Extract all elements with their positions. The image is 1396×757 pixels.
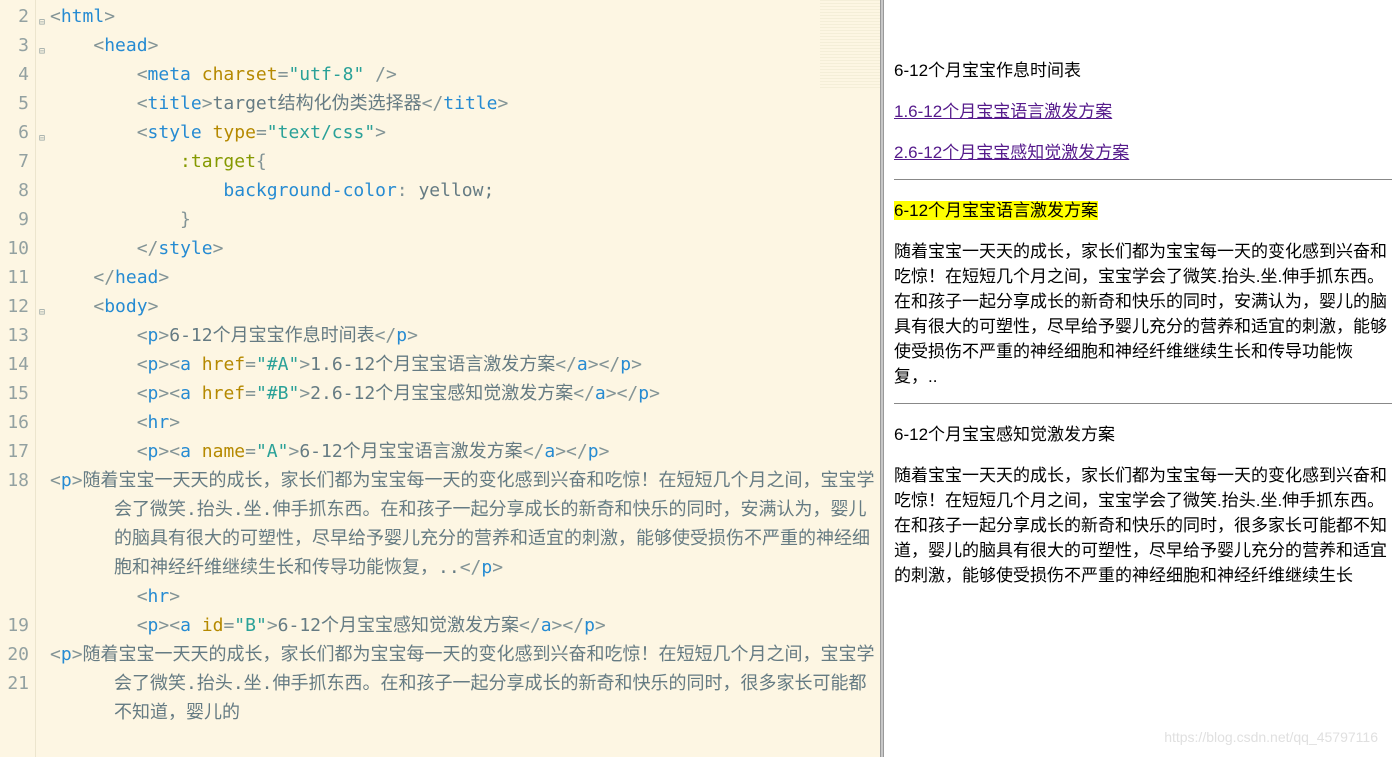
- code-line[interactable]: <p><a name="A">6-12个月宝宝语言激发方案</a></p>: [50, 437, 880, 466]
- app-root: 2⊟ 3⊟ 4 5 6⊟ 7 8 9 10 11 12⊟ 13 14 15 16…: [0, 0, 1396, 757]
- line-number: 9: [0, 205, 35, 234]
- code-line[interactable]: background-color: yellow;: [50, 176, 880, 205]
- line-number: 2⊟: [0, 2, 35, 31]
- code-line[interactable]: <hr>: [50, 582, 880, 611]
- preview-link-b[interactable]: 2.6-12个月宝宝感知觉激发方案: [894, 143, 1129, 162]
- line-number: 8: [0, 176, 35, 205]
- code-line[interactable]: <title>target结构化伪类选择器</title>: [50, 89, 880, 118]
- line-number: 7: [0, 147, 35, 176]
- preview-anchor-b: 6-12个月宝宝感知觉激发方案: [894, 420, 1392, 445]
- preview-link-a[interactable]: 1.6-12个月宝宝语言激发方案: [894, 102, 1112, 121]
- divider-icon: [894, 179, 1392, 180]
- line-number: 16: [0, 408, 35, 437]
- code-line[interactable]: }: [50, 205, 880, 234]
- line-number: 12⊟: [0, 292, 35, 321]
- code-line[interactable]: <p>随着宝宝一天天的成长，家长们都为宝宝每一天的变化感到兴奋和吃惊！在短短几个…: [50, 640, 880, 727]
- line-number: 21: [0, 669, 35, 698]
- line-gutter: 2⊟ 3⊟ 4 5 6⊟ 7 8 9 10 11 12⊟ 13 14 15 16…: [0, 0, 36, 757]
- code-line[interactable]: <p><a href="#A">1.6-12个月宝宝语言激发方案</a></p>: [50, 350, 880, 379]
- line-number: 19: [0, 611, 35, 640]
- minimap[interactable]: [820, 0, 880, 90]
- fold-icon[interactable]: ⊟: [35, 8, 45, 18]
- code-line[interactable]: <head>: [50, 31, 880, 60]
- browser-preview-pane[interactable]: 6-12个月宝宝作息时间表 1.6-12个月宝宝语言激发方案 2.6-12个月宝…: [884, 0, 1396, 757]
- code-line[interactable]: <style type="text/css">: [50, 118, 880, 147]
- code-line[interactable]: :target{: [50, 147, 880, 176]
- line-number: 17: [0, 437, 35, 466]
- line-number: 11: [0, 263, 35, 292]
- target-highlight: 6-12个月宝宝语言激发方案: [894, 201, 1098, 220]
- preview-paragraph: 随着宝宝一天天的成长，家长们都为宝宝每一天的变化感到兴奋和吃惊！在短短几个月之间…: [894, 237, 1392, 387]
- line-number: 4: [0, 60, 35, 89]
- line-number: 20: [0, 640, 35, 669]
- code-line[interactable]: <p>6-12个月宝宝作息时间表</p>: [50, 321, 880, 350]
- line-number: 15: [0, 379, 35, 408]
- code-line[interactable]: </style>: [50, 234, 880, 263]
- code-line[interactable]: <meta charset="utf-8" />: [50, 60, 880, 89]
- preview-paragraph: 随着宝宝一天天的成长，家长们都为宝宝每一天的变化感到兴奋和吃惊！在短短几个月之间…: [894, 461, 1392, 586]
- line-number: 18: [0, 466, 35, 611]
- line-number: 10: [0, 234, 35, 263]
- line-number: 14: [0, 350, 35, 379]
- line-number: 3⊟: [0, 31, 35, 60]
- code-line[interactable]: </head>: [50, 263, 880, 292]
- code-line[interactable]: <p><a id="B">6-12个月宝宝感知觉激发方案</a></p>: [50, 611, 880, 640]
- line-number: 5: [0, 89, 35, 118]
- fold-icon[interactable]: ⊟: [35, 298, 45, 308]
- divider-icon: [894, 403, 1392, 404]
- line-number: 6⊟: [0, 118, 35, 147]
- code-editor-pane[interactable]: 2⊟ 3⊟ 4 5 6⊟ 7 8 9 10 11 12⊟ 13 14 15 16…: [0, 0, 880, 757]
- preview-text: 6-12个月宝宝作息时间表: [894, 56, 1392, 81]
- fold-icon[interactable]: ⊟: [35, 124, 45, 134]
- code-line[interactable]: <body>: [50, 292, 880, 321]
- fold-icon[interactable]: ⊟: [35, 37, 45, 47]
- code-line[interactable]: <hr>: [50, 408, 880, 437]
- watermark-text: https://blog.csdn.net/qq_45797116: [1164, 729, 1378, 745]
- code-line[interactable]: <p>随着宝宝一天天的成长，家长们都为宝宝每一天的变化感到兴奋和吃惊！在短短几个…: [50, 466, 880, 582]
- code-area[interactable]: <html> <head> <meta charset="utf-8" /> <…: [36, 0, 880, 757]
- line-number: 13: [0, 321, 35, 350]
- code-line[interactable]: <p><a href="#B">2.6-12个月宝宝感知觉激发方案</a></p…: [50, 379, 880, 408]
- code-line[interactable]: <html>: [50, 2, 880, 31]
